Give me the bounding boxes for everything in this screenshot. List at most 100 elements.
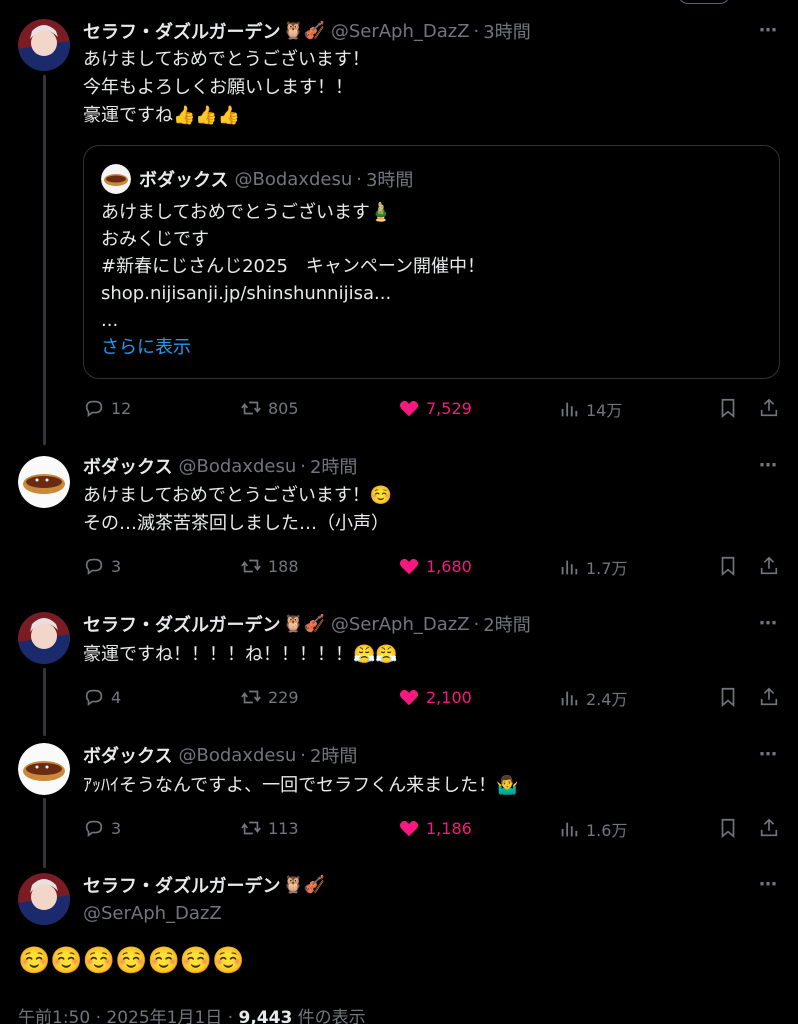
views-button[interactable]: 2.4万 [558, 686, 627, 710]
display-name[interactable]: セラフ・ダズルガーデン [83, 611, 280, 637]
quote-body-text: あけましておめでとうございます🎍 おみくじです #新春にじさんじ2025 キャン… [101, 202, 485, 331]
quote-handle: @Bodaxdesu [234, 168, 353, 190]
bookmark-button[interactable] [717, 686, 745, 708]
reply-button[interactable]: 3 [83, 817, 121, 839]
user-handle[interactable]: @Bodaxdesu [178, 456, 296, 477]
retweet-button[interactable]: 188 [240, 555, 299, 577]
share-button[interactable] [758, 817, 786, 839]
bookmark-button[interactable] [717, 817, 745, 839]
tweet-text: あけましておめでとうございます！ 今年もよろしくお願いします！！ 豪運ですね👍👍… [83, 49, 370, 126]
share-button[interactable] [758, 686, 786, 708]
share-icon [760, 556, 778, 575]
views-button[interactable]: 14万 [558, 397, 622, 421]
user-handle[interactable]: @Bodaxdesu [178, 745, 296, 766]
views-icon [561, 560, 578, 575]
reply-count: 4 [111, 687, 122, 707]
more-icon[interactable]: ⋯ [759, 874, 778, 895]
display-name[interactable]: セラフ・ダズルガーデン [83, 18, 280, 44]
retweet-count: 188 [268, 556, 299, 576]
reply-icon [85, 558, 103, 575]
reply-button[interactable]: 3 [83, 555, 121, 577]
avatar-serafu[interactable] [18, 612, 70, 664]
bookmark-button[interactable] [717, 555, 745, 577]
reply-count: 12 [111, 398, 132, 418]
post-time[interactable]: 午前1:50 · 2025年1月1日 · [18, 1008, 239, 1024]
reply-icon [85, 820, 103, 837]
display-name[interactable]: ボダックス [83, 742, 172, 768]
avatar-bodaxdesu[interactable] [18, 456, 70, 508]
main-tweet-handle-row: @SerAph_DazZ [83, 901, 778, 925]
retweet-button[interactable]: 113 [240, 817, 299, 839]
show-more-link[interactable]: さらに表示 [101, 337, 191, 358]
more-icon[interactable]: ⋯ [759, 20, 778, 41]
share-button[interactable] [758, 555, 786, 577]
user-handle[interactable]: @SerAph_DazZ [331, 614, 470, 635]
views-count: 1.7万 [586, 559, 628, 578]
separator: · [473, 20, 480, 42]
retweet-icon [241, 821, 261, 835]
bookmark-button[interactable] [717, 397, 745, 419]
timestamp[interactable]: 2時間 [483, 611, 530, 637]
name-emoji: 🦉🎻 [282, 614, 325, 634]
separator: · [300, 455, 306, 477]
tweet-text: 豪運ですね！！！！ね！！！！！😤😤 [83, 644, 398, 665]
more-icon[interactable]: ⋯ [759, 455, 778, 476]
reply-button[interactable]: 4 [83, 686, 121, 708]
reply-count: 3 [111, 818, 122, 838]
reply-icon [85, 689, 103, 706]
quote-display-name: ボダックス [139, 170, 229, 191]
thread-line [43, 798, 46, 868]
main-tweet-text: ☺️☺️☺️☺️☺️☺️☺️ [18, 946, 245, 976]
retweet-count: 805 [268, 398, 299, 418]
like-count: 1,680 [426, 556, 472, 576]
thread-line [43, 75, 46, 445]
tweet-header: ボダックス @Bodaxdesu · 2時間 [83, 453, 778, 479]
bookmark-icon [721, 556, 735, 577]
timestamp[interactable]: 2時間 [310, 453, 357, 479]
more-icon[interactable]: ⋯ [759, 613, 778, 634]
like-button[interactable]: 1,680 [398, 555, 472, 577]
retweet-count: 113 [268, 818, 299, 838]
like-button[interactable]: 7,529 [398, 397, 472, 419]
like-button[interactable]: 2,100 [398, 686, 472, 708]
heart-icon [399, 689, 419, 706]
user-handle[interactable]: @SerAph_DazZ [83, 903, 222, 924]
action-bar: 3 188 1,680 1.7万 [83, 555, 778, 579]
user-handle[interactable]: @SerAph_DazZ [331, 21, 470, 42]
share-button[interactable] [758, 397, 786, 419]
reply-count: 3 [111, 556, 122, 576]
display-name[interactable]: セラフ・ダズルガーデン [83, 872, 280, 898]
thread-line [43, 668, 46, 736]
heart-icon [399, 820, 419, 837]
views-button[interactable]: 1.7万 [558, 555, 627, 579]
retweet-button[interactable]: 229 [240, 686, 299, 708]
retweet-count: 229 [268, 687, 299, 707]
like-count: 7,529 [426, 398, 472, 418]
action-bar: 12 805 7,529 14万 [83, 397, 778, 421]
views-count: 1.6万 [586, 821, 628, 840]
avatar-bodaxdesu[interactable] [18, 743, 70, 795]
views-button[interactable]: 1.6万 [558, 817, 627, 841]
timestamp[interactable]: 2時間 [310, 742, 357, 768]
tweet-header: セラフ・ダズルガーデン 🦉🎻 @SerAph_DazZ · 2時間 [83, 611, 778, 637]
timestamp[interactable]: 3時間 [483, 18, 530, 44]
views-icon [561, 822, 578, 837]
like-count: 1,186 [426, 818, 472, 838]
follow-button-edge[interactable] [678, 0, 730, 4]
action-bar: 3 113 1,186 1.6万 [83, 817, 778, 841]
view-count: 9,443 [238, 1008, 293, 1024]
share-icon [760, 818, 778, 837]
retweet-icon [241, 690, 261, 704]
separator: · [300, 744, 306, 766]
avatar-serafu[interactable] [18, 19, 70, 71]
avatar-serafu[interactable] [18, 873, 70, 925]
quoted-tweet[interactable]: ボダックス @Bodaxdesu · 3時間 あけましておめでとうございます🎍 … [83, 145, 780, 379]
retweet-button[interactable]: 805 [240, 397, 299, 419]
more-icon[interactable]: ⋯ [759, 744, 778, 765]
display-name[interactable]: ボダックス [83, 453, 172, 479]
tweet-text: ｱｯﾊｲそうなんですよ、一回でセラフくん来ました！🤷‍♂️ [83, 775, 519, 796]
retweet-icon [241, 401, 261, 415]
reply-button[interactable]: 12 [83, 397, 131, 419]
like-button[interactable]: 1,186 [398, 817, 472, 839]
tweet-text: あけましておめでとうございます！☺️ その…滅茶苦茶回しました…（小声） [83, 485, 393, 534]
